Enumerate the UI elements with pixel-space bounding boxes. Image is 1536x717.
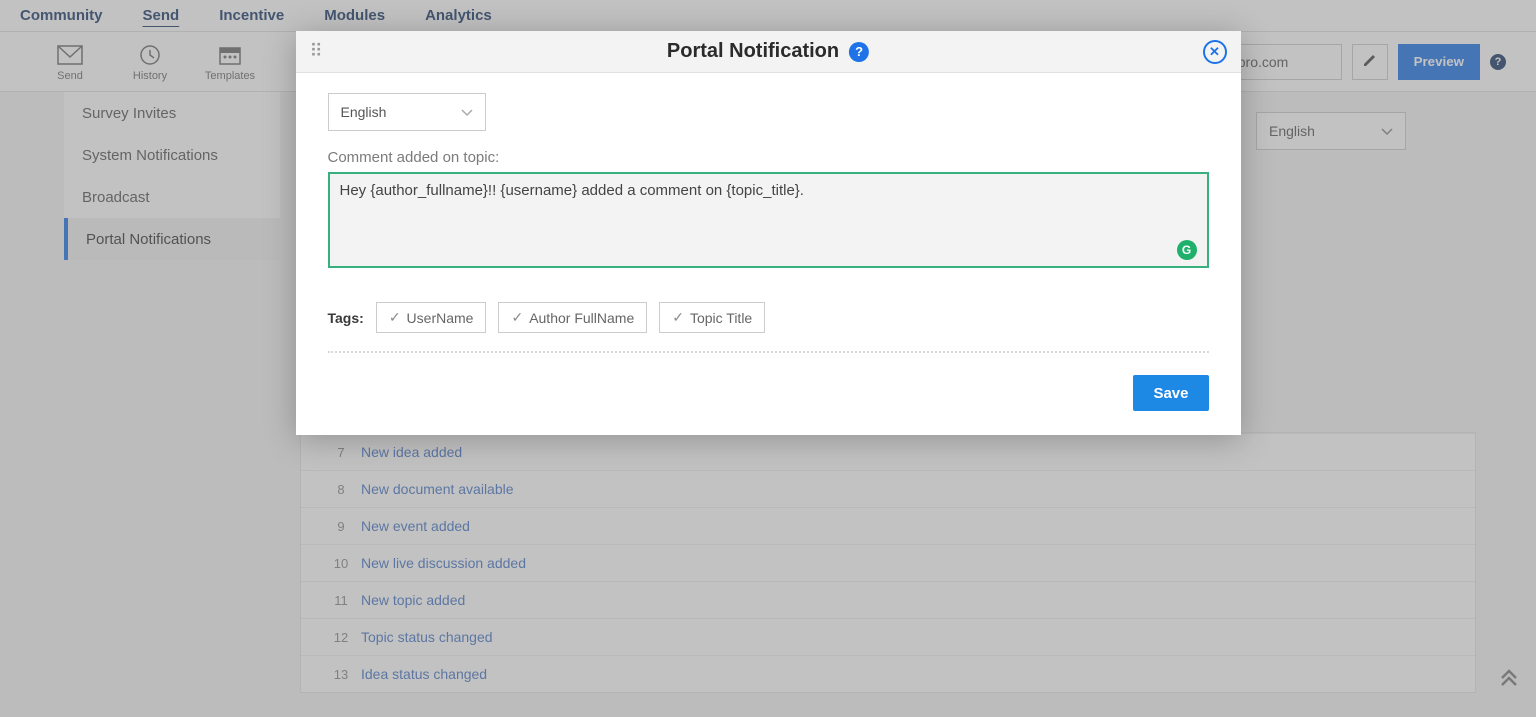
check-icon: ✓ <box>389 309 401 326</box>
modal-title-text: Portal Notification <box>667 40 839 63</box>
modal-header: ⠿ Portal Notification ? ✕ <box>296 31 1241 73</box>
tags-row: Tags: ✓ UserName ✓ Author FullName ✓ Top… <box>328 302 1209 353</box>
tag-author-fullname[interactable]: ✓ Author FullName <box>498 302 647 333</box>
modal-overlay: ⠿ Portal Notification ? ✕ English Commen… <box>0 0 1536 717</box>
drag-handle-icon[interactable]: ⠿ <box>310 41 321 62</box>
tag-topic-title[interactable]: ✓ Topic Title <box>659 302 765 333</box>
tag-username[interactable]: ✓ UserName <box>376 302 487 333</box>
chevron-down-icon <box>461 104 473 120</box>
grammarly-icon[interactable]: G <box>1177 240 1197 260</box>
tag-text: Author FullName <box>529 310 634 326</box>
modal-language-select[interactable]: English <box>328 93 486 131</box>
help-icon[interactable]: ? <box>849 42 869 62</box>
save-button[interactable]: Save <box>1133 375 1208 411</box>
comment-textarea[interactable]: Hey {author_fullname}!! {username} added… <box>328 172 1209 268</box>
tag-text: UserName <box>407 310 474 326</box>
portal-notification-modal: ⠿ Portal Notification ? ✕ English Commen… <box>296 31 1241 435</box>
comment-field-label: Comment added on topic: <box>328 149 1209 166</box>
check-icon: ✓ <box>672 309 684 326</box>
close-icon: ✕ <box>1209 44 1220 60</box>
tags-label: Tags: <box>328 310 364 326</box>
modal-body: English Comment added on topic: Hey {aut… <box>296 73 1241 435</box>
close-button[interactable]: ✕ <box>1203 40 1227 64</box>
modal-title: Portal Notification ? <box>667 40 869 63</box>
modal-language-value: English <box>341 104 387 120</box>
tag-text: Topic Title <box>690 310 752 326</box>
check-icon: ✓ <box>511 309 523 326</box>
